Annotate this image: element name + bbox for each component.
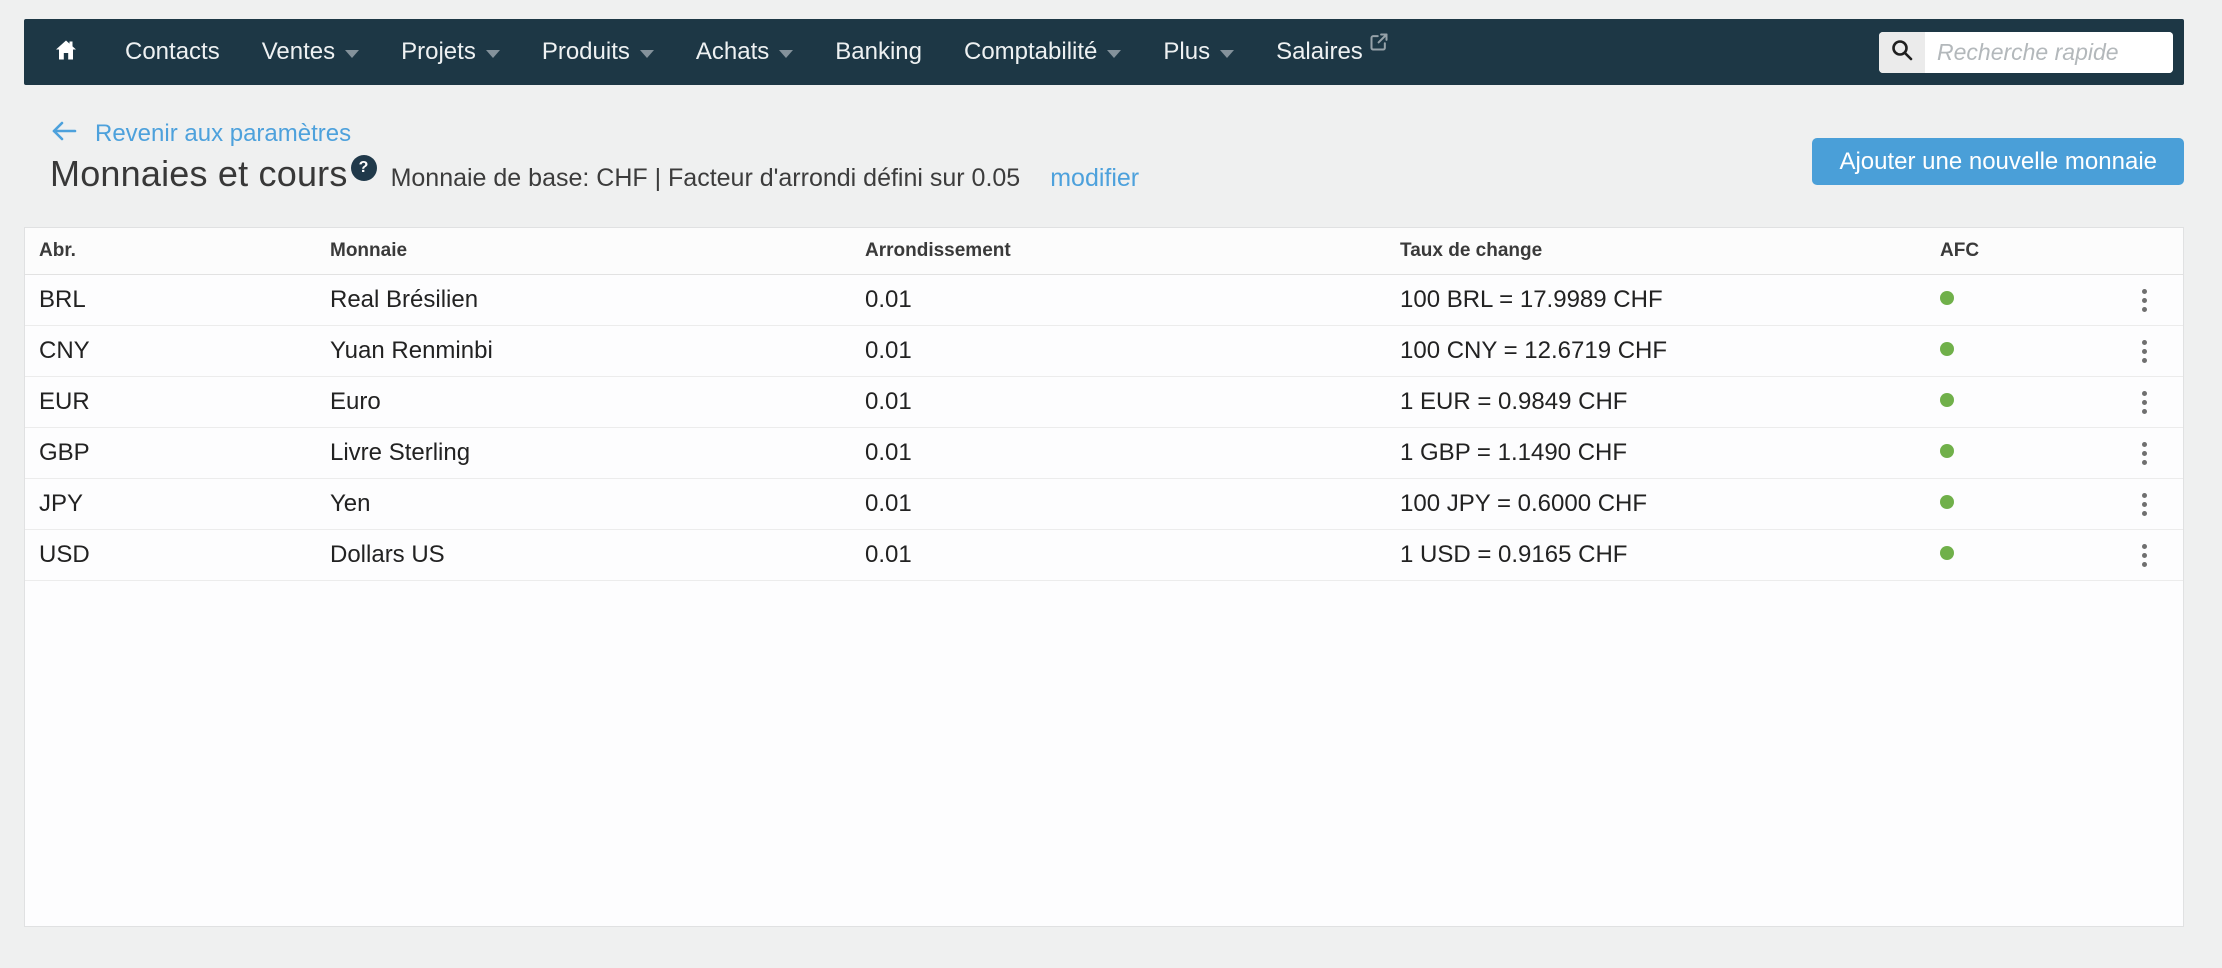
afc-status-dot	[1940, 494, 1954, 509]
cell-currency-name: Livre Sterling	[330, 439, 471, 466]
cell-exchange-rate: 100 JPY = 0.6000 CHF	[1400, 490, 1648, 517]
search-input[interactable]	[1925, 31, 2173, 73]
nav-item-label: Produits	[541, 38, 630, 65]
search-button[interactable]	[1879, 31, 1925, 73]
chevron-down-icon	[639, 49, 654, 58]
cell-exchange-rate: 1 USD = 0.9165 CHF	[1400, 541, 1628, 568]
nav-item-ventes[interactable]: Ventes	[241, 19, 380, 85]
row-menu-button[interactable]	[2136, 489, 2153, 520]
cell-exchange-rate: 1 GBP = 1.1490 CHF	[1400, 439, 1628, 466]
column-header-monnaie: Monnaie	[330, 240, 408, 261]
cell-rounding: 0.01	[865, 439, 912, 466]
table-row-cny: CNY Yuan Renminbi 0.01 100 CNY = 12.6719…	[25, 326, 2183, 377]
page-title: Monnaies et cours	[50, 153, 348, 194]
table-row-usd: USD Dollars US 0.01 1 USD = 0.9165 CHF	[25, 530, 2183, 581]
cell-currency-name: Dollars US	[330, 541, 445, 568]
nav-item-label: Salaires	[1276, 38, 1363, 65]
chevron-down-icon	[1107, 49, 1122, 58]
column-header-taux: Taux de change	[1400, 240, 1543, 261]
chevron-down-icon	[1220, 49, 1235, 58]
table-row-gbp: GBP Livre Sterling 0.01 1 GBP = 1.1490 C…	[25, 428, 2183, 479]
nav-home-button[interactable]	[24, 19, 104, 85]
afc-status-dot	[1940, 290, 1954, 305]
cell-rounding: 0.01	[865, 286, 912, 313]
search-icon	[1890, 38, 1914, 67]
afc-status-dot	[1940, 392, 1954, 407]
nav-item-label: Achats	[695, 38, 770, 65]
row-menu-button[interactable]	[2136, 438, 2153, 469]
back-label: Revenir aux paramètres	[95, 119, 352, 147]
cell-abr: JPY	[39, 490, 84, 517]
nav-item-label: Projets	[401, 38, 476, 65]
cell-currency-name: Euro	[330, 388, 381, 415]
add-currency-button[interactable]: Ajouter une nouvelle monnaie	[1812, 138, 2184, 185]
cell-abr: BRL	[39, 286, 86, 313]
row-menu-button[interactable]	[2136, 387, 2153, 418]
cell-rounding: 0.01	[865, 337, 912, 364]
column-header-arrondissement: Arrondissement	[865, 240, 1011, 261]
nav-item-label: Plus	[1163, 38, 1211, 65]
cell-abr: USD	[39, 541, 90, 568]
cell-exchange-rate: 1 EUR = 0.9849 CHF	[1400, 388, 1628, 415]
help-icon[interactable]: ?	[350, 155, 377, 181]
cell-rounding: 0.01	[865, 490, 912, 517]
home-icon	[54, 38, 78, 67]
row-menu-button[interactable]	[2136, 336, 2153, 367]
cell-exchange-rate: 100 BRL = 17.9989 CHF	[1400, 286, 1663, 313]
cell-rounding: 0.01	[865, 541, 912, 568]
nav-item-label: Comptabilité	[963, 38, 1098, 65]
cell-abr: CNY	[39, 337, 90, 364]
back-to-settings-link[interactable]: Revenir aux paramètres	[50, 118, 351, 149]
chevron-down-icon	[485, 49, 500, 58]
afc-status-dot	[1940, 545, 1954, 560]
cell-abr: GBP	[39, 439, 90, 466]
row-menu-button[interactable]	[2136, 285, 2153, 316]
nav-item-comptabilite[interactable]: Comptabilité	[943, 19, 1142, 85]
nav-item-label: Ventes	[261, 38, 336, 65]
nav-item-produits[interactable]: Produits	[521, 19, 675, 85]
quick-search	[1879, 31, 2173, 73]
chevron-down-icon	[779, 49, 794, 58]
base-currency-subtitle: Monnaie de base: CHF | Facteur d'arrondi…	[390, 164, 1021, 192]
cell-abr: EUR	[39, 388, 90, 415]
cell-rounding: 0.01	[865, 388, 912, 415]
column-header-abr: Abr.	[39, 240, 76, 261]
afc-status-dot	[1940, 443, 1954, 458]
cell-currency-name: Real Brésilien	[330, 286, 479, 313]
table-row-eur: EUR Euro 0.01 1 EUR = 0.9849 CHF	[25, 377, 2183, 428]
cell-currency-name: Yuan Renminbi	[330, 337, 493, 364]
nav-item-achats[interactable]: Achats	[675, 19, 814, 85]
afc-status-dot	[1940, 341, 1954, 356]
cell-currency-name: Yen	[330, 490, 371, 517]
page-header: Revenir aux paramètres Monnaies et cours…	[24, 85, 2184, 227]
top-navbar: Contacts Ventes Projets Produits Achats …	[24, 19, 2184, 85]
nav-item-salaires[interactable]: Salaires	[1255, 19, 1410, 85]
nav-item-label: Contacts	[125, 38, 220, 65]
nav-item-contacts[interactable]: Contacts	[104, 19, 241, 85]
nav-item-label: Banking	[835, 38, 922, 65]
table-row-brl: BRL Real Brésilien 0.01 100 BRL = 17.998…	[25, 275, 2183, 326]
nav-item-plus[interactable]: Plus	[1142, 19, 1255, 85]
cell-exchange-rate: 100 CNY = 12.6719 CHF	[1400, 337, 1668, 364]
column-header-afc: AFC	[1940, 240, 1980, 261]
edit-link[interactable]: modifier	[1050, 164, 1139, 193]
arrow-left-icon	[50, 118, 78, 149]
chevron-down-icon	[345, 49, 360, 58]
currencies-table: Abr. Monnaie Arrondissement Taux de chan…	[24, 227, 2184, 927]
external-link-icon	[1369, 31, 1389, 59]
nav-item-projets[interactable]: Projets	[380, 19, 521, 85]
table-row-jpy: JPY Yen 0.01 100 JPY = 0.6000 CHF	[25, 479, 2183, 530]
row-menu-button[interactable]	[2136, 540, 2153, 571]
nav-item-banking[interactable]: Banking	[814, 19, 943, 85]
table-header-row: Abr. Monnaie Arrondissement Taux de chan…	[25, 228, 2183, 275]
heading-row: Monnaies et cours ? Monnaie de base: CHF…	[50, 153, 1139, 195]
